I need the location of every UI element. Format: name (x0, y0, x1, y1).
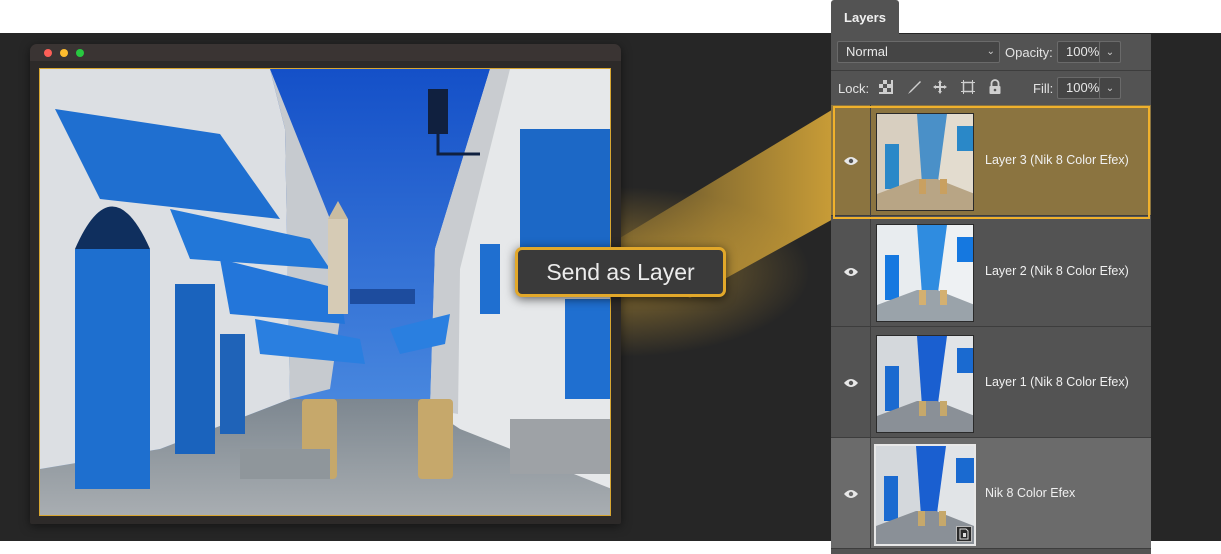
layer-row[interactable]: Layer 3 (Nik 8 Color Efex) (831, 105, 1151, 216)
blend-mode-select[interactable]: Normal ⌄ (837, 41, 1000, 63)
smart-object-icon (956, 526, 972, 542)
opacity-value: 100% (1066, 44, 1100, 59)
layer-row[interactable]: Nik 8 Color Efex (831, 438, 1151, 549)
lock-image-pixels-icon[interactable] (905, 78, 923, 96)
layer-row[interactable]: Layer 2 (Nik 8 Color Efex) (831, 216, 1151, 327)
opacity-label: Opacity: (1005, 45, 1053, 60)
visibility-toggle[interactable] (831, 438, 871, 549)
layer-thumbnail (874, 444, 976, 546)
eye-icon (843, 156, 858, 165)
fill-label: Fill: (1033, 81, 1054, 96)
window-titlebar (30, 44, 621, 61)
close-button[interactable] (44, 49, 52, 57)
layers-list: Layer 3 (Nik 8 Color Efex) Layer 2 (Nik … (831, 105, 1151, 549)
visibility-toggle[interactable] (831, 216, 871, 327)
layer-name: Layer 1 (Nik 8 Color Efex) (985, 375, 1129, 389)
eye-icon (843, 489, 858, 498)
visibility-toggle[interactable] (831, 105, 871, 216)
lock-all-icon[interactable] (986, 78, 1004, 96)
zoom-button[interactable] (76, 49, 84, 57)
layer-thumbnail (876, 113, 974, 211)
lock-transparent-pixels-icon[interactable] (877, 78, 895, 96)
fill-dropdown-button[interactable]: ⌄ (1099, 77, 1121, 99)
blend-mode-value: Normal (846, 44, 888, 59)
send-as-layer-button[interactable]: Send as Layer (515, 247, 726, 297)
lock-label: Lock: (838, 81, 870, 96)
eye-icon (843, 378, 858, 387)
chevron-down-icon: ⌄ (986, 46, 995, 57)
chevron-down-icon: ⌄ (1105, 46, 1115, 58)
layers-panel: Normal ⌄ Opacity: 100% ⌄ Lock: Fill: 100… (831, 34, 1151, 554)
layer-name: Nik 8 Color Efex (985, 486, 1076, 500)
visibility-toggle[interactable] (831, 327, 871, 438)
tab-layers-label: Layers (844, 10, 886, 25)
layer-row[interactable]: Layer 1 (Nik 8 Color Efex) (831, 327, 1151, 438)
chevron-down-icon: ⌄ (1105, 82, 1115, 94)
layer-name: Layer 3 (Nik 8 Color Efex) (985, 153, 1129, 167)
layer-thumbnail (876, 335, 974, 433)
divider (831, 70, 1151, 71)
send-as-layer-label: Send as Layer (546, 258, 695, 285)
lock-position-icon[interactable] (931, 78, 949, 96)
stage: Send as Layer Layers Normal ⌄ Opacity: 1… (0, 0, 1221, 554)
eye-icon (843, 267, 858, 276)
minimize-button[interactable] (60, 49, 68, 57)
lock-artboard-icon[interactable] (959, 78, 977, 96)
layers-panel-body: Normal ⌄ Opacity: 100% ⌄ Lock: Fill: 100… (831, 34, 1151, 554)
layer-thumbnail (876, 224, 974, 322)
layer-name: Layer 2 (Nik 8 Color Efex) (985, 264, 1129, 278)
layers-panel-options: Normal ⌄ Opacity: 100% ⌄ (831, 34, 1151, 70)
tab-layers[interactable]: Layers (831, 0, 899, 35)
opacity-dropdown-button[interactable]: ⌄ (1099, 41, 1121, 63)
fill-value: 100% (1066, 80, 1100, 95)
